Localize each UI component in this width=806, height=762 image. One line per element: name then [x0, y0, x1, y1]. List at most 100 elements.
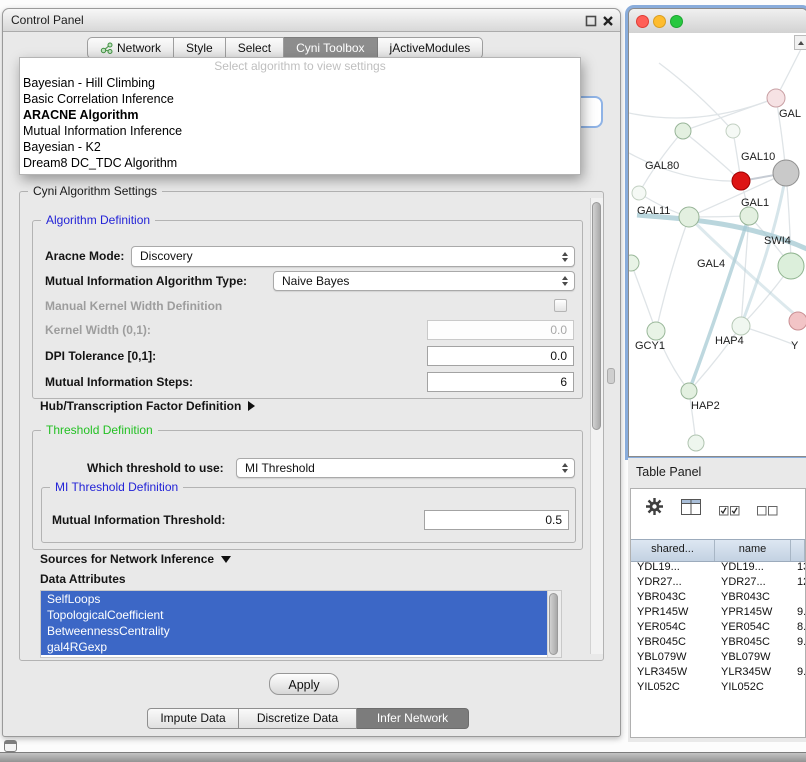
cell-name: YDR27... — [715, 575, 791, 590]
cell-value — [791, 680, 805, 695]
network-node[interactable] — [632, 186, 646, 200]
show-columns-icon[interactable] — [681, 499, 702, 521]
table-row[interactable]: YDR27... YDR27... 12 — [631, 575, 805, 590]
cell-name: YER054C — [715, 620, 791, 635]
network-node-gray[interactable] — [773, 160, 799, 186]
cell-value — [791, 650, 805, 665]
column-header-shared-name[interactable]: shared... — [631, 540, 715, 561]
combo-arrows-icon — [562, 463, 568, 473]
table-row[interactable]: YBR045C YBR045C 9. — [631, 635, 805, 650]
table-row[interactable]: YBL079W YBL079W — [631, 650, 805, 665]
cell-name: YIL052C — [715, 680, 791, 695]
settings-group-title: Cyni Algorithm Settings — [28, 184, 162, 198]
tab-label: Network — [117, 41, 161, 55]
close-icon[interactable] — [602, 14, 614, 26]
mi-threshold-field[interactable] — [424, 510, 569, 530]
gear-icon[interactable] — [645, 497, 664, 521]
scrollbar-up-button[interactable] — [794, 35, 806, 50]
cell-shared: YDR27... — [631, 575, 715, 590]
dropdown-item-selected[interactable]: ARACNE Algorithm — [20, 107, 580, 123]
network-node[interactable] — [647, 322, 665, 340]
settings-scrollbar-thumb[interactable] — [592, 202, 601, 430]
network-window-titlebar[interactable] — [629, 9, 806, 34]
window-title: Control Panel — [11, 9, 84, 31]
cell-name: YBR045C — [715, 635, 791, 650]
dropdown-item[interactable]: Bayesian - Hill Climbing — [20, 75, 580, 91]
tab-network[interactable]: Network — [87, 37, 174, 59]
tab-cyni-toolbox[interactable]: Cyni Toolbox — [284, 37, 377, 59]
network-node-label: GAL80 — [645, 160, 679, 172]
network-node[interactable] — [679, 207, 699, 227]
aracne-mode-combobox[interactable]: Discovery — [131, 246, 575, 267]
attributes-scrollbar[interactable] — [547, 591, 561, 657]
list-item-selected[interactable]: SelfLoops — [41, 591, 547, 607]
cell-shared: YPR145W — [631, 605, 715, 620]
cell-shared: YBL079W — [631, 650, 715, 665]
network-node[interactable] — [681, 383, 697, 399]
manual-kernel-checkbox[interactable] — [554, 299, 567, 312]
network-node-label: GAL1 — [741, 197, 769, 209]
column-header-cut[interactable] — [791, 540, 805, 561]
network-node[interactable] — [767, 89, 785, 107]
mi-steps-field[interactable] — [427, 372, 574, 392]
deselect-all-checkboxes-icon[interactable] — [757, 503, 778, 521]
network-node[interactable] — [732, 317, 750, 335]
network-canvas[interactable]: GAL80 GAL10 GAL11 GAL1 SWI4 GAL4 GCY1 HA… — [629, 33, 806, 456]
control-panel-titlebar[interactable]: Control Panel — [3, 9, 620, 32]
table-panel: Table Panel — [628, 458, 806, 742]
network-node[interactable] — [675, 123, 691, 139]
tab-infer-network[interactable]: Infer Network — [357, 708, 469, 729]
table-row[interactable]: YPR145W YPR145W 9. — [631, 605, 805, 620]
network-node-label: GAL4 — [697, 258, 725, 270]
kernel-width-field[interactable] — [427, 320, 574, 340]
mi-type-combobox[interactable]: Naive Bayes — [273, 271, 575, 291]
list-item-selected[interactable]: TopologicalCoefficient — [41, 607, 547, 623]
network-node-label: HAP2 — [691, 400, 720, 412]
dropdown-item[interactable]: Basic Correlation Inference — [20, 91, 580, 107]
dropdown-item[interactable]: Mutual Information Inference — [20, 123, 580, 139]
panel-splitter-handle[interactable] — [607, 368, 615, 384]
dropdown-item[interactable]: Dream8 DC_TDC Algorithm — [20, 155, 580, 171]
network-node[interactable] — [789, 312, 806, 330]
tab-label: Cyni Toolbox — [296, 41, 364, 55]
apply-button[interactable]: Apply — [269, 673, 339, 695]
list-item-selected[interactable]: BetweennessCentrality — [41, 623, 547, 639]
network-node-red[interactable] — [732, 172, 750, 190]
table-row[interactable]: YER054C YER054C 8. — [631, 620, 805, 635]
table-row[interactable]: YIL052C YIL052C — [631, 680, 805, 695]
zoom-traffic-light[interactable] — [670, 15, 683, 28]
hub-section-toggle[interactable]: Hub/Transcription Factor Definition — [40, 399, 255, 413]
dpi-tolerance-field[interactable] — [427, 346, 574, 366]
tab-jactivemodules[interactable]: jActiveModules — [378, 37, 484, 59]
list-item-selected[interactable]: gal4RGexp — [41, 639, 547, 655]
settings-scrollbar[interactable] — [590, 198, 603, 654]
network-node[interactable] — [778, 253, 804, 279]
aracne-mode-value: Discovery — [140, 249, 193, 263]
select-all-checkboxes-icon[interactable] — [719, 503, 740, 521]
threshold-definition-title: Threshold Definition — [41, 423, 158, 437]
close-traffic-light[interactable] — [636, 15, 649, 28]
tab-select[interactable]: Select — [226, 37, 284, 59]
sources-section-toggle[interactable]: Sources for Network Inference — [40, 552, 231, 566]
tab-discretize-data[interactable]: Discretize Data — [239, 708, 357, 729]
tab-impute-data[interactable]: Impute Data — [147, 708, 239, 729]
table-row[interactable]: YBR043C YBR043C — [631, 590, 805, 605]
float-window-icon[interactable] — [585, 14, 597, 26]
network-node[interactable] — [726, 124, 740, 138]
table-row[interactable]: YLR345W YLR345W 9. — [631, 665, 805, 680]
dropdown-item[interactable]: Bayesian - K2 — [20, 139, 580, 155]
network-node-labels: GAL80 GAL10 GAL11 GAL1 SWI4 GAL4 GCY1 HA… — [635, 108, 801, 412]
algorithm-definition-title: Algorithm Definition — [41, 213, 155, 227]
column-header-name[interactable]: name — [715, 540, 791, 561]
cell-name: YPR145W — [715, 605, 791, 620]
network-node[interactable] — [688, 435, 704, 451]
network-node[interactable] — [740, 207, 758, 225]
network-node[interactable] — [629, 255, 639, 271]
table-panel-title: Table Panel — [636, 465, 701, 479]
which-threshold-combobox[interactable]: MI Threshold — [236, 458, 575, 478]
table-row[interactable]: YDL19... YDL19... 13 — [631, 560, 805, 575]
minimize-traffic-light[interactable] — [653, 15, 666, 28]
tab-style[interactable]: Style — [174, 37, 226, 59]
attributes-scrollbar-thumb[interactable] — [549, 593, 558, 655]
minimized-window-icon[interactable] — [4, 740, 17, 752]
